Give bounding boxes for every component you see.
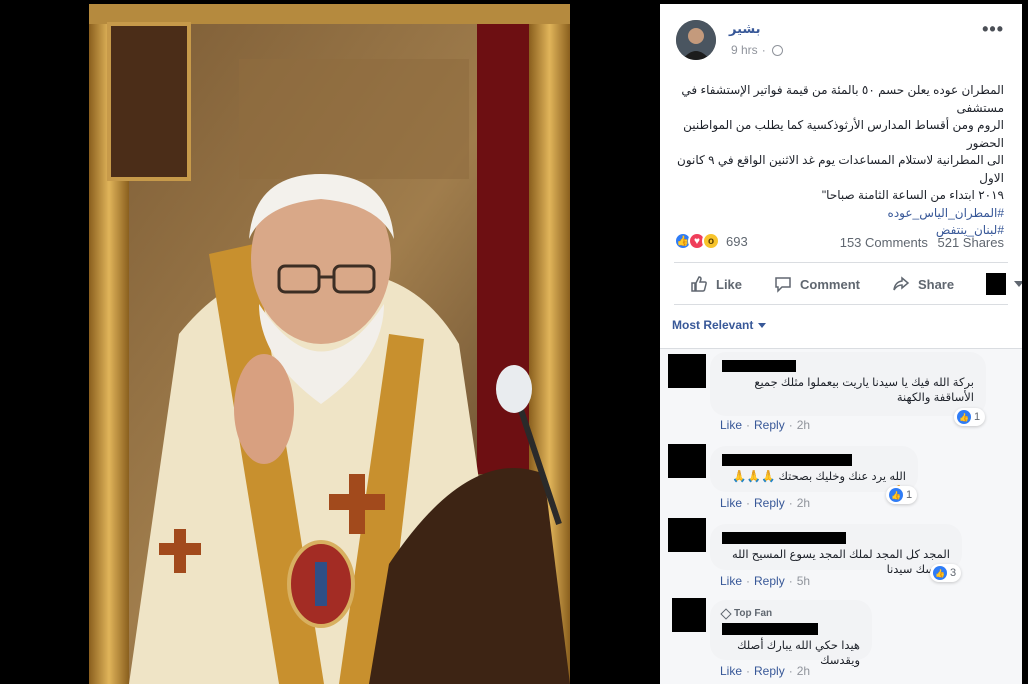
comment-like-link[interactable]: Like bbox=[720, 496, 742, 510]
comment-like-link[interactable]: Like bbox=[720, 664, 742, 678]
divider bbox=[674, 262, 1008, 263]
globe-icon[interactable] bbox=[771, 44, 783, 56]
like-icon bbox=[691, 276, 707, 292]
post-text-line: الى المطرانية لاستلام المساعدات يوم غد ا… bbox=[677, 153, 1004, 185]
post-photo[interactable] bbox=[89, 4, 570, 684]
comment-time[interactable]: 5h bbox=[797, 574, 810, 588]
separator-dot: · bbox=[788, 664, 793, 678]
comment-reply-link[interactable]: Reply bbox=[754, 574, 785, 588]
top-fan-badge: Top Fan bbox=[720, 607, 860, 620]
comment-actions: Like · Reply · 5h bbox=[720, 574, 810, 588]
post-text-line: المطران عوده يعلن حسم ٥٠ بالمئة من قيمة … bbox=[681, 83, 1004, 115]
author-name[interactable]: بشير bbox=[729, 21, 761, 37]
sort-label: Most Relevant bbox=[672, 318, 754, 332]
like-reaction-icon: 👍 bbox=[957, 410, 971, 424]
comments-count-link[interactable]: 153 Comments bbox=[840, 235, 928, 250]
comment-button[interactable]: Comment bbox=[758, 275, 876, 293]
comment-as-selector[interactable] bbox=[970, 273, 1022, 295]
comment-bubble: المجد كل المجد لملك المجد يسوع المسيح ال… bbox=[710, 524, 962, 576]
post-time[interactable]: 9 hrs bbox=[731, 43, 758, 57]
diamond-icon bbox=[720, 607, 732, 620]
redacted-commenter-name[interactable] bbox=[722, 454, 852, 466]
comment-reply-link[interactable]: Reply bbox=[754, 496, 785, 510]
like-button[interactable]: Like bbox=[674, 275, 758, 293]
redacted-commenter-name[interactable] bbox=[722, 623, 818, 635]
comment-icon bbox=[775, 277, 791, 293]
avatar-image bbox=[676, 20, 716, 60]
comment-reaction-badge[interactable]: 👍 3 bbox=[930, 564, 962, 582]
comment-time[interactable]: 2h bbox=[797, 418, 810, 432]
like-reaction-icon: 👍 bbox=[933, 566, 947, 580]
redacted-commenter-name[interactable] bbox=[722, 532, 846, 544]
wow-reaction-icon: o bbox=[702, 232, 720, 250]
post-panel: بشير 9 hrs · ••• المطران عوده يعلن حسم ٥… bbox=[660, 4, 1022, 684]
post-text-line: الروم ومن أقساط المدارس الأرثوذكسية كما … bbox=[683, 118, 1004, 150]
comment-like-link[interactable]: Like bbox=[720, 574, 742, 588]
top-fan-label: Top Fan bbox=[734, 608, 773, 619]
share-label: Share bbox=[917, 276, 955, 292]
reaction-summary[interactable]: 👍 ♥ o 693 bbox=[674, 232, 748, 250]
redacted-avatar bbox=[986, 273, 1007, 295]
comment-like-link[interactable]: Like bbox=[720, 418, 742, 432]
separator-dot: · bbox=[746, 496, 751, 510]
comment-bubble: بركة الله فيك يا سيدنا ياريت بيعملوا مثل… bbox=[710, 352, 986, 416]
comment-reply-link[interactable]: Reply bbox=[754, 664, 785, 678]
comment-reply-link[interactable]: Reply bbox=[754, 418, 785, 432]
separator-dot: · bbox=[788, 574, 793, 588]
chevron-down-icon bbox=[758, 322, 767, 328]
separator-dot: · bbox=[746, 574, 751, 588]
post-text: المطران عوده يعلن حسم ٥٠ بالمئة من قيمة … bbox=[670, 82, 1004, 240]
comment-actions: Like · Reply · 2h bbox=[720, 664, 810, 678]
bishop-photo-illustration bbox=[89, 4, 570, 684]
redacted-commenter-name[interactable] bbox=[722, 360, 796, 372]
separator-dot: · bbox=[788, 418, 793, 432]
comment-text: بركة الله فيك يا سيدنا ياريت بيعملوا مثل… bbox=[754, 377, 974, 404]
share-icon bbox=[893, 276, 910, 291]
comment-actions: Like · Reply · 2h bbox=[720, 496, 810, 510]
reaction-count: 693 bbox=[726, 233, 748, 249]
meta-dot: · bbox=[761, 43, 766, 57]
comment-sort-dropdown[interactable]: Most Relevant bbox=[672, 318, 767, 332]
post-text-line: ٢٠١٩ ابتداء من الساعة الثامنة صباحا" bbox=[821, 188, 1004, 202]
commenter-avatar[interactable] bbox=[668, 444, 706, 478]
post-actions-bar: Like Comment Share bbox=[674, 266, 1022, 302]
like-reaction-icon: 👍 bbox=[889, 488, 903, 502]
post-stats: 153 Comments 521 Shares bbox=[840, 235, 1004, 250]
comment-time[interactable]: 2h bbox=[797, 496, 810, 510]
separator-dot: · bbox=[746, 418, 751, 432]
divider bbox=[674, 304, 1008, 305]
comment-reaction-badge[interactable]: 👍 1 bbox=[886, 486, 918, 504]
comment-reaction-badge[interactable]: 👍 1 bbox=[954, 408, 986, 426]
comment-reaction-count: 1 bbox=[906, 489, 913, 501]
comment-label: Comment bbox=[800, 276, 860, 292]
separator-dot: · bbox=[746, 664, 751, 678]
comment-bubble: الله يرد عنك وخليك بصحتك 🙏🙏🙏🙏 bbox=[710, 446, 918, 498]
post-meta: 9 hrs · bbox=[731, 43, 783, 57]
more-icon[interactable]: ••• bbox=[982, 19, 1004, 40]
comment-bubble: Top Fan هيدا حكي الله يبارك أصلك ويقدسك bbox=[710, 600, 872, 667]
comment-time[interactable]: 2h bbox=[797, 664, 810, 678]
commenter-avatar[interactable] bbox=[668, 354, 706, 388]
commenter-avatar[interactable] bbox=[668, 518, 706, 552]
shares-count-link[interactable]: 521 Shares bbox=[938, 235, 1005, 250]
comment-reaction-count: 3 bbox=[950, 567, 957, 579]
separator-dot: · bbox=[788, 496, 793, 510]
author-avatar[interactable] bbox=[676, 20, 716, 60]
share-button[interactable]: Share bbox=[876, 275, 970, 293]
commenter-avatar[interactable] bbox=[672, 598, 706, 632]
hashtag-link[interactable]: #المطران_الياس_عوده bbox=[670, 205, 1004, 223]
like-label: Like bbox=[716, 276, 743, 292]
comment-reaction-count: 1 bbox=[974, 411, 981, 423]
comment-actions: Like · Reply · 2h bbox=[720, 418, 810, 432]
chevron-down-icon bbox=[1014, 281, 1022, 287]
